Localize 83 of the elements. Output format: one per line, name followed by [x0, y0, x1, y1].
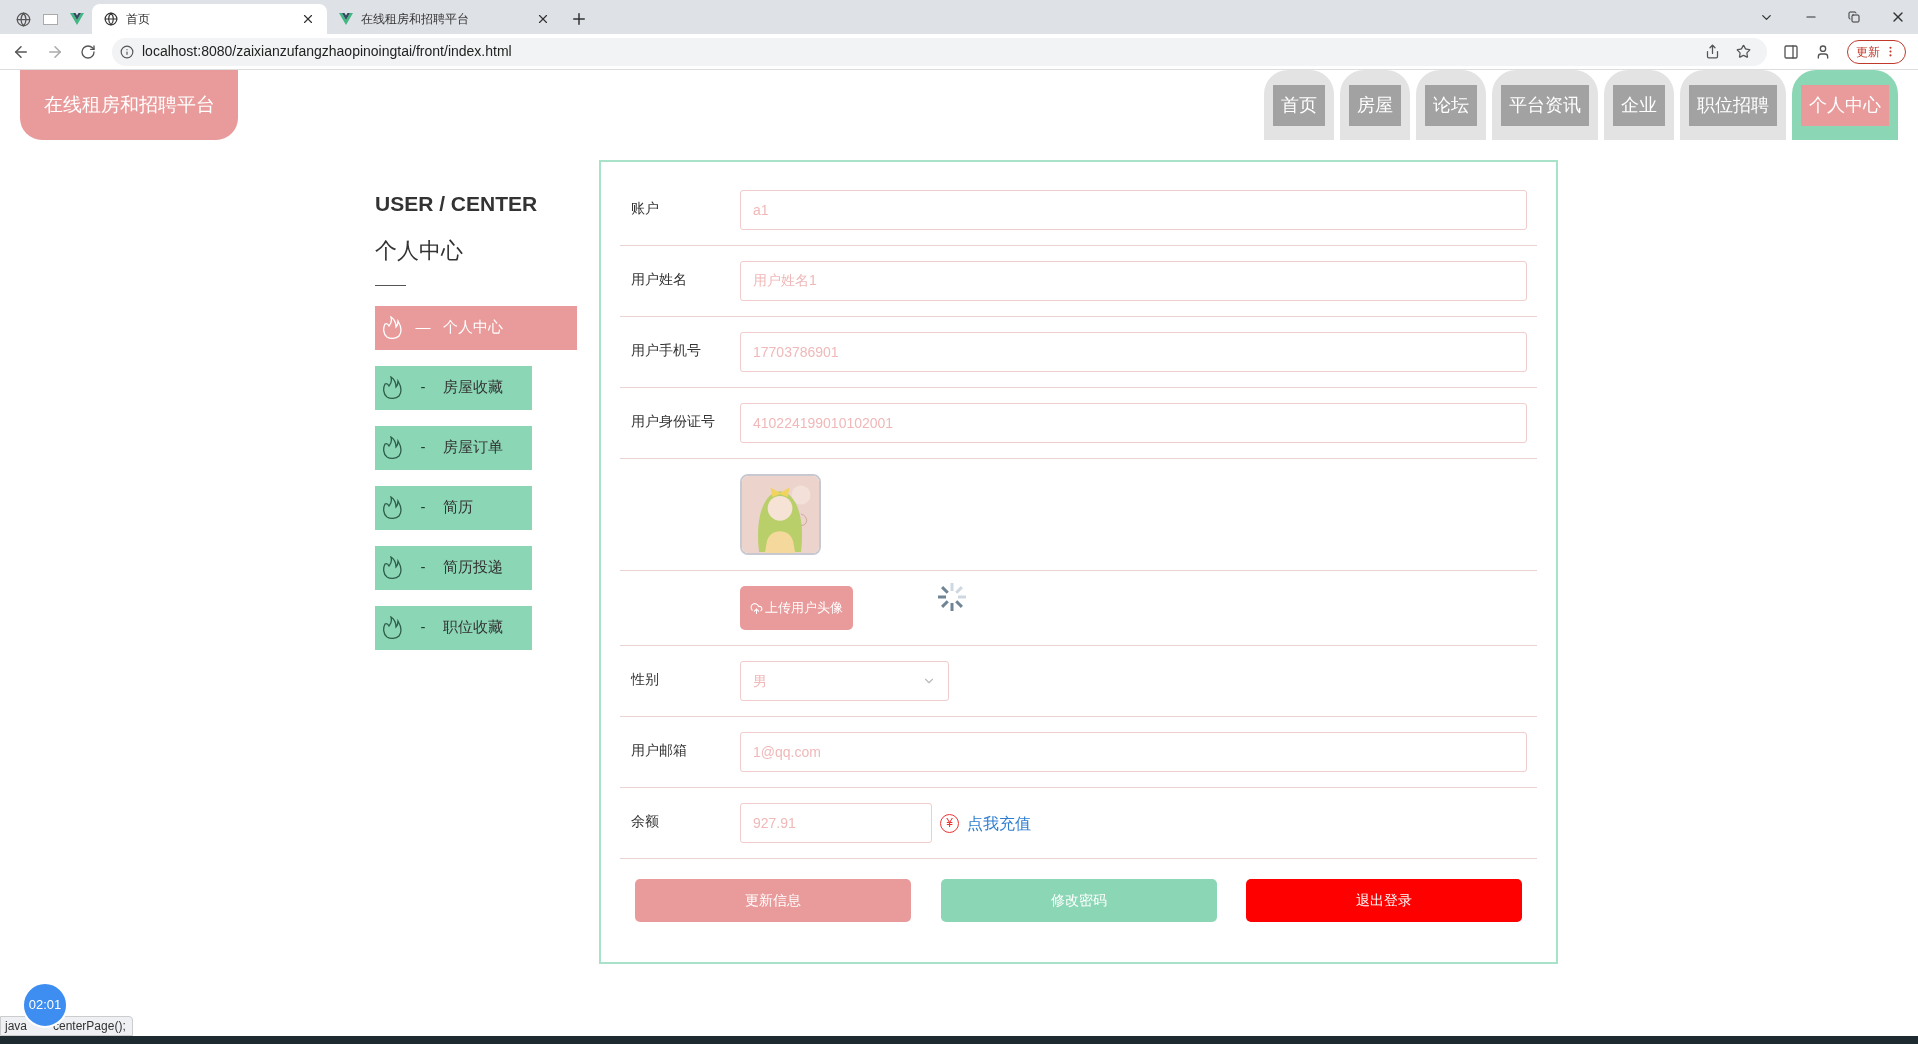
nav-label: 平台资讯 — [1501, 85, 1589, 126]
nav-label: 企业 — [1613, 85, 1665, 126]
flame-icon — [381, 435, 403, 460]
section-title: 个人中心 — [375, 236, 464, 265]
field-label: 账户 — [630, 199, 660, 218]
item-label: 简历投递 — [443, 557, 503, 578]
address-bar[interactable]: localhost:8080/zaixianzufangzhaopinoingtai/front/index.html — [112, 37, 1767, 66]
dash-text: - — [419, 617, 427, 638]
nav-tab[interactable]: 个人中心 — [1792, 70, 1898, 140]
field-label: 用户身份证号 — [630, 412, 716, 431]
globe-icon[interactable] — [16, 11, 31, 27]
info-icon — [120, 44, 134, 59]
action-button[interactable]: 更新信息 — [635, 879, 911, 922]
tab-title: 在线租房和招聘平台 — [361, 11, 470, 28]
sidebar-item[interactable]: - 简历投递 — [375, 545, 532, 590]
upload-avatar-button[interactable]: 上传用户头像 — [740, 586, 853, 630]
close-icon[interactable] — [301, 12, 315, 26]
flame-icon — [381, 495, 403, 520]
text-field[interactable]: 17703786901 — [740, 332, 1527, 372]
restore-icon[interactable] — [1848, 11, 1860, 23]
nav-label: 职位招聘 — [1689, 85, 1777, 126]
field-label: 用户邮箱 — [630, 741, 688, 760]
cloud-upload-icon — [750, 601, 763, 615]
field-label: 用户手机号 — [630, 341, 702, 360]
sidebar-item[interactable]: - 房屋收藏 — [375, 365, 532, 410]
dash-text: — — [414, 317, 432, 338]
browser-tab[interactable]: 在线租房和招聘平台 — [327, 4, 562, 34]
sidebar-item[interactable]: - 职位收藏 — [375, 605, 532, 650]
browser-tab[interactable]: 首页 — [92, 4, 327, 34]
recharge-link[interactable]: 点我充值 — [967, 812, 1031, 836]
text-field[interactable]: 1@qq.com — [740, 732, 1527, 772]
loading-spinner-icon — [935, 580, 969, 614]
section-title-en: USER / CENTER — [375, 191, 539, 217]
reload-icon[interactable] — [80, 43, 96, 60]
field-label: 用户姓名 — [630, 270, 688, 289]
flame-icon — [381, 315, 403, 340]
nav-tab[interactable]: 职位招聘 — [1680, 70, 1786, 140]
sidebar-item[interactable]: - 房屋订单 — [375, 425, 532, 470]
balance-field[interactable]: 927.91 — [740, 803, 932, 843]
text-field[interactable]: a1 — [740, 190, 1527, 230]
flame-icon — [381, 375, 403, 400]
side-panel-icon[interactable] — [1783, 43, 1799, 60]
share-icon[interactable] — [1705, 44, 1720, 59]
action-button[interactable]: 修改密码 — [940, 879, 1217, 922]
site-logo[interactable]: 在线租房和招聘平台 — [20, 70, 238, 140]
nav-label: 论坛 — [1425, 85, 1477, 126]
v-logo-icon — [339, 12, 353, 26]
field-label: 性别 — [629, 670, 660, 689]
text-field[interactable]: 410224199010102001 — [740, 403, 1527, 443]
nav-label: 个人中心 — [1801, 85, 1889, 126]
nav-tab[interactable]: 房屋 — [1340, 70, 1410, 140]
globe-icon — [104, 12, 118, 26]
bookmark-icon[interactable] — [1736, 44, 1751, 59]
sidebar-item[interactable]: - 简历 — [375, 485, 532, 530]
gender-select[interactable]: 男 — [740, 661, 949, 701]
text-field[interactable]: 用户姓名1 — [740, 261, 1527, 301]
nav-tab[interactable]: 首页 — [1264, 70, 1334, 140]
item-label: 个人中心 — [443, 317, 503, 338]
item-label: 房屋订单 — [443, 437, 503, 458]
nav-tab[interactable]: 企业 — [1604, 70, 1674, 140]
flame-icon — [381, 555, 403, 580]
tab-icon[interactable] — [70, 12, 84, 26]
dash-text: - — [419, 497, 427, 518]
item-label: 简历 — [443, 497, 473, 518]
item-label: 职位收藏 — [443, 617, 503, 638]
nav-label: 房屋 — [1349, 85, 1401, 126]
field-label: 余额 — [630, 812, 660, 831]
flame-icon — [381, 615, 403, 640]
new-tab-icon[interactable] — [570, 10, 588, 28]
v-logo-icon — [70, 12, 84, 26]
action-button[interactable]: 退出登录 — [1246, 879, 1522, 922]
url-text: localhost:8080/zaixianzufangzhaopinoingtai/front/index.html — [142, 42, 512, 61]
close-icon[interactable] — [536, 12, 550, 26]
tab-title: 首页 — [126, 11, 151, 28]
dash-text: - — [419, 437, 427, 458]
dash-text: - — [419, 557, 427, 578]
nav-label: 首页 — [1273, 85, 1325, 126]
dash-text: - — [419, 377, 427, 398]
sidebar-item[interactable]: — 个人中心 — [375, 305, 577, 350]
item-label: 房屋收藏 — [443, 377, 503, 398]
nav-tab[interactable]: 平台资讯 — [1492, 70, 1598, 140]
nav-tab[interactable]: 论坛 — [1416, 70, 1486, 140]
profile-icon[interactable] — [1815, 43, 1831, 60]
